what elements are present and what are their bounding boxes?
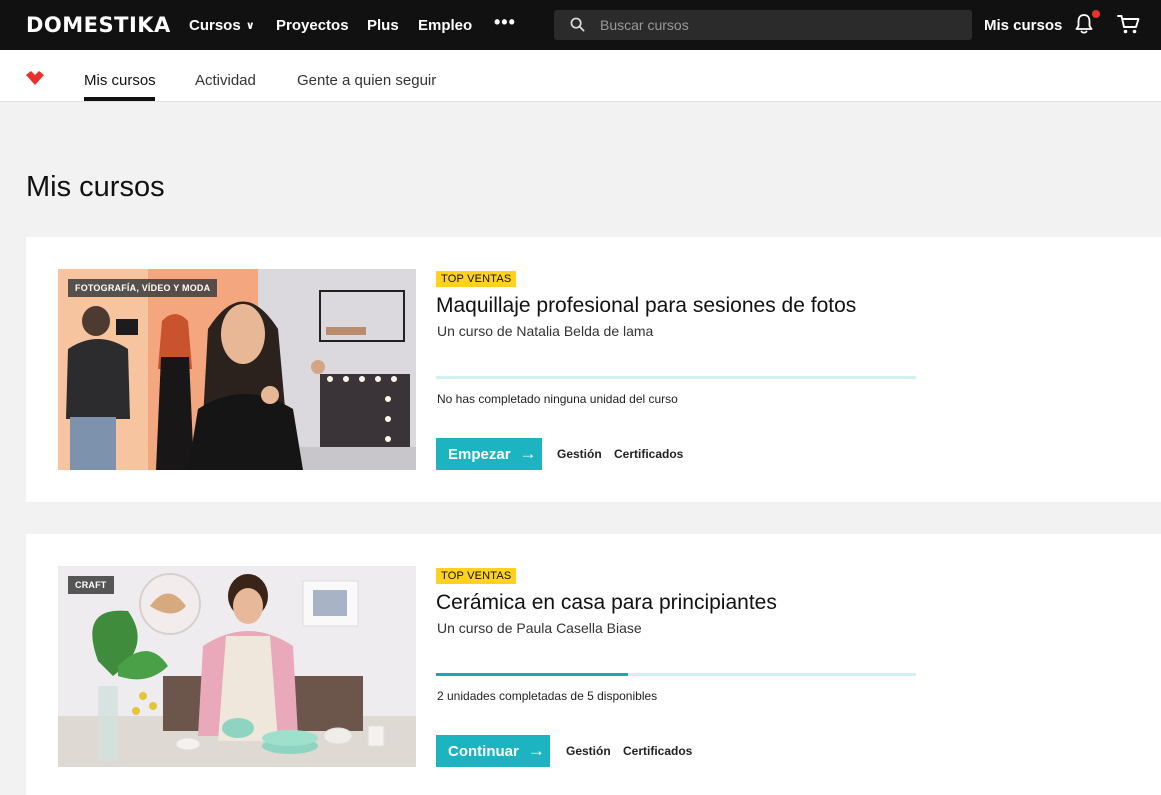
nav-empleo[interactable]: Empleo [418, 17, 472, 34]
manage-link[interactable]: Gestión [566, 744, 611, 758]
start-course-button[interactable]: Empezar → [436, 438, 542, 470]
tab-actividad[interactable]: Actividad [195, 72, 256, 89]
certificates-link[interactable]: Certificados [614, 447, 683, 461]
search-bar[interactable] [554, 10, 972, 40]
bell-icon[interactable] [1074, 13, 1094, 35]
course-progress-fill [436, 673, 628, 676]
top-sales-badge: TOP VENTAS [436, 568, 517, 584]
domestika-logo[interactable]: DOMESTIKA [26, 13, 171, 37]
page-title: Mis cursos [26, 171, 165, 203]
cart-icon[interactable] [1117, 14, 1140, 35]
course-title[interactable]: Cerámica en casa para principiantes [436, 591, 777, 615]
notification-dot [1092, 10, 1100, 18]
course-thumbnail[interactable]: CRAFT [58, 566, 416, 767]
category-badge: CRAFT [68, 576, 114, 594]
tab-gente-a-quien-seguir[interactable]: Gente a quien seguir [297, 72, 436, 89]
course-title[interactable]: Maquillaje profesional para sesiones de … [436, 294, 856, 318]
continue-course-label: Continuar [448, 742, 519, 760]
domestika-heart-icon[interactable] [26, 71, 44, 85]
sub-navigation: Mis cursos Actividad Gente a quien segui… [0, 50, 1161, 102]
chevron-down-icon: ∨ [245, 20, 255, 32]
arrow-right-icon: → [519, 444, 537, 463]
course-author: Un curso de Paula Casella Biase [437, 620, 642, 636]
nav-proyectos[interactable]: Proyectos [276, 17, 349, 34]
search-input[interactable] [600, 10, 960, 40]
nav-cursos[interactable]: Cursos ∨ [189, 17, 255, 34]
search-icon [570, 17, 585, 32]
start-course-label: Empezar [448, 445, 511, 463]
course-progress-text: No has completado ninguna unidad del cur… [437, 392, 678, 406]
course-image-ceramics [58, 566, 416, 767]
nav-plus[interactable]: Plus [367, 17, 399, 34]
top-sales-badge: TOP VENTAS [436, 271, 517, 287]
arrow-right-icon: → [527, 741, 545, 760]
my-courses-link[interactable]: Mis cursos [984, 17, 1062, 34]
top-navigation-bar: DOMESTIKA Cursos ∨ Proyectos Plus Empleo … [0, 0, 1161, 50]
course-author: Un curso de Natalia Belda de lama [437, 323, 654, 339]
continue-course-button[interactable]: Continuar → [436, 735, 550, 767]
course-progress-bar [436, 376, 916, 379]
nav-cursos-label: Cursos [189, 17, 241, 34]
category-badge: FOTOGRAFÍA, VÍDEO Y MODA [68, 279, 218, 297]
manage-link[interactable]: Gestión [557, 447, 602, 461]
active-tab-indicator [84, 97, 155, 101]
course-image-makeup [58, 269, 416, 470]
course-thumbnail[interactable]: FOTOGRAFÍA, VÍDEO Y MODA [58, 269, 416, 470]
more-menu-button[interactable]: ••• [494, 12, 516, 33]
course-card: FOTOGRAFÍA, VÍDEO Y MODA TOP VENTAS Maqu… [26, 237, 1161, 502]
tab-mis-cursos[interactable]: Mis cursos [84, 72, 156, 89]
course-card: CRAFT TOP VENTAS Cerámica en casa para p… [26, 534, 1161, 795]
course-progress-text: 2 unidades completadas de 5 disponibles [437, 689, 658, 703]
course-progress-bar [436, 673, 916, 676]
certificates-link[interactable]: Certificados [623, 744, 692, 758]
